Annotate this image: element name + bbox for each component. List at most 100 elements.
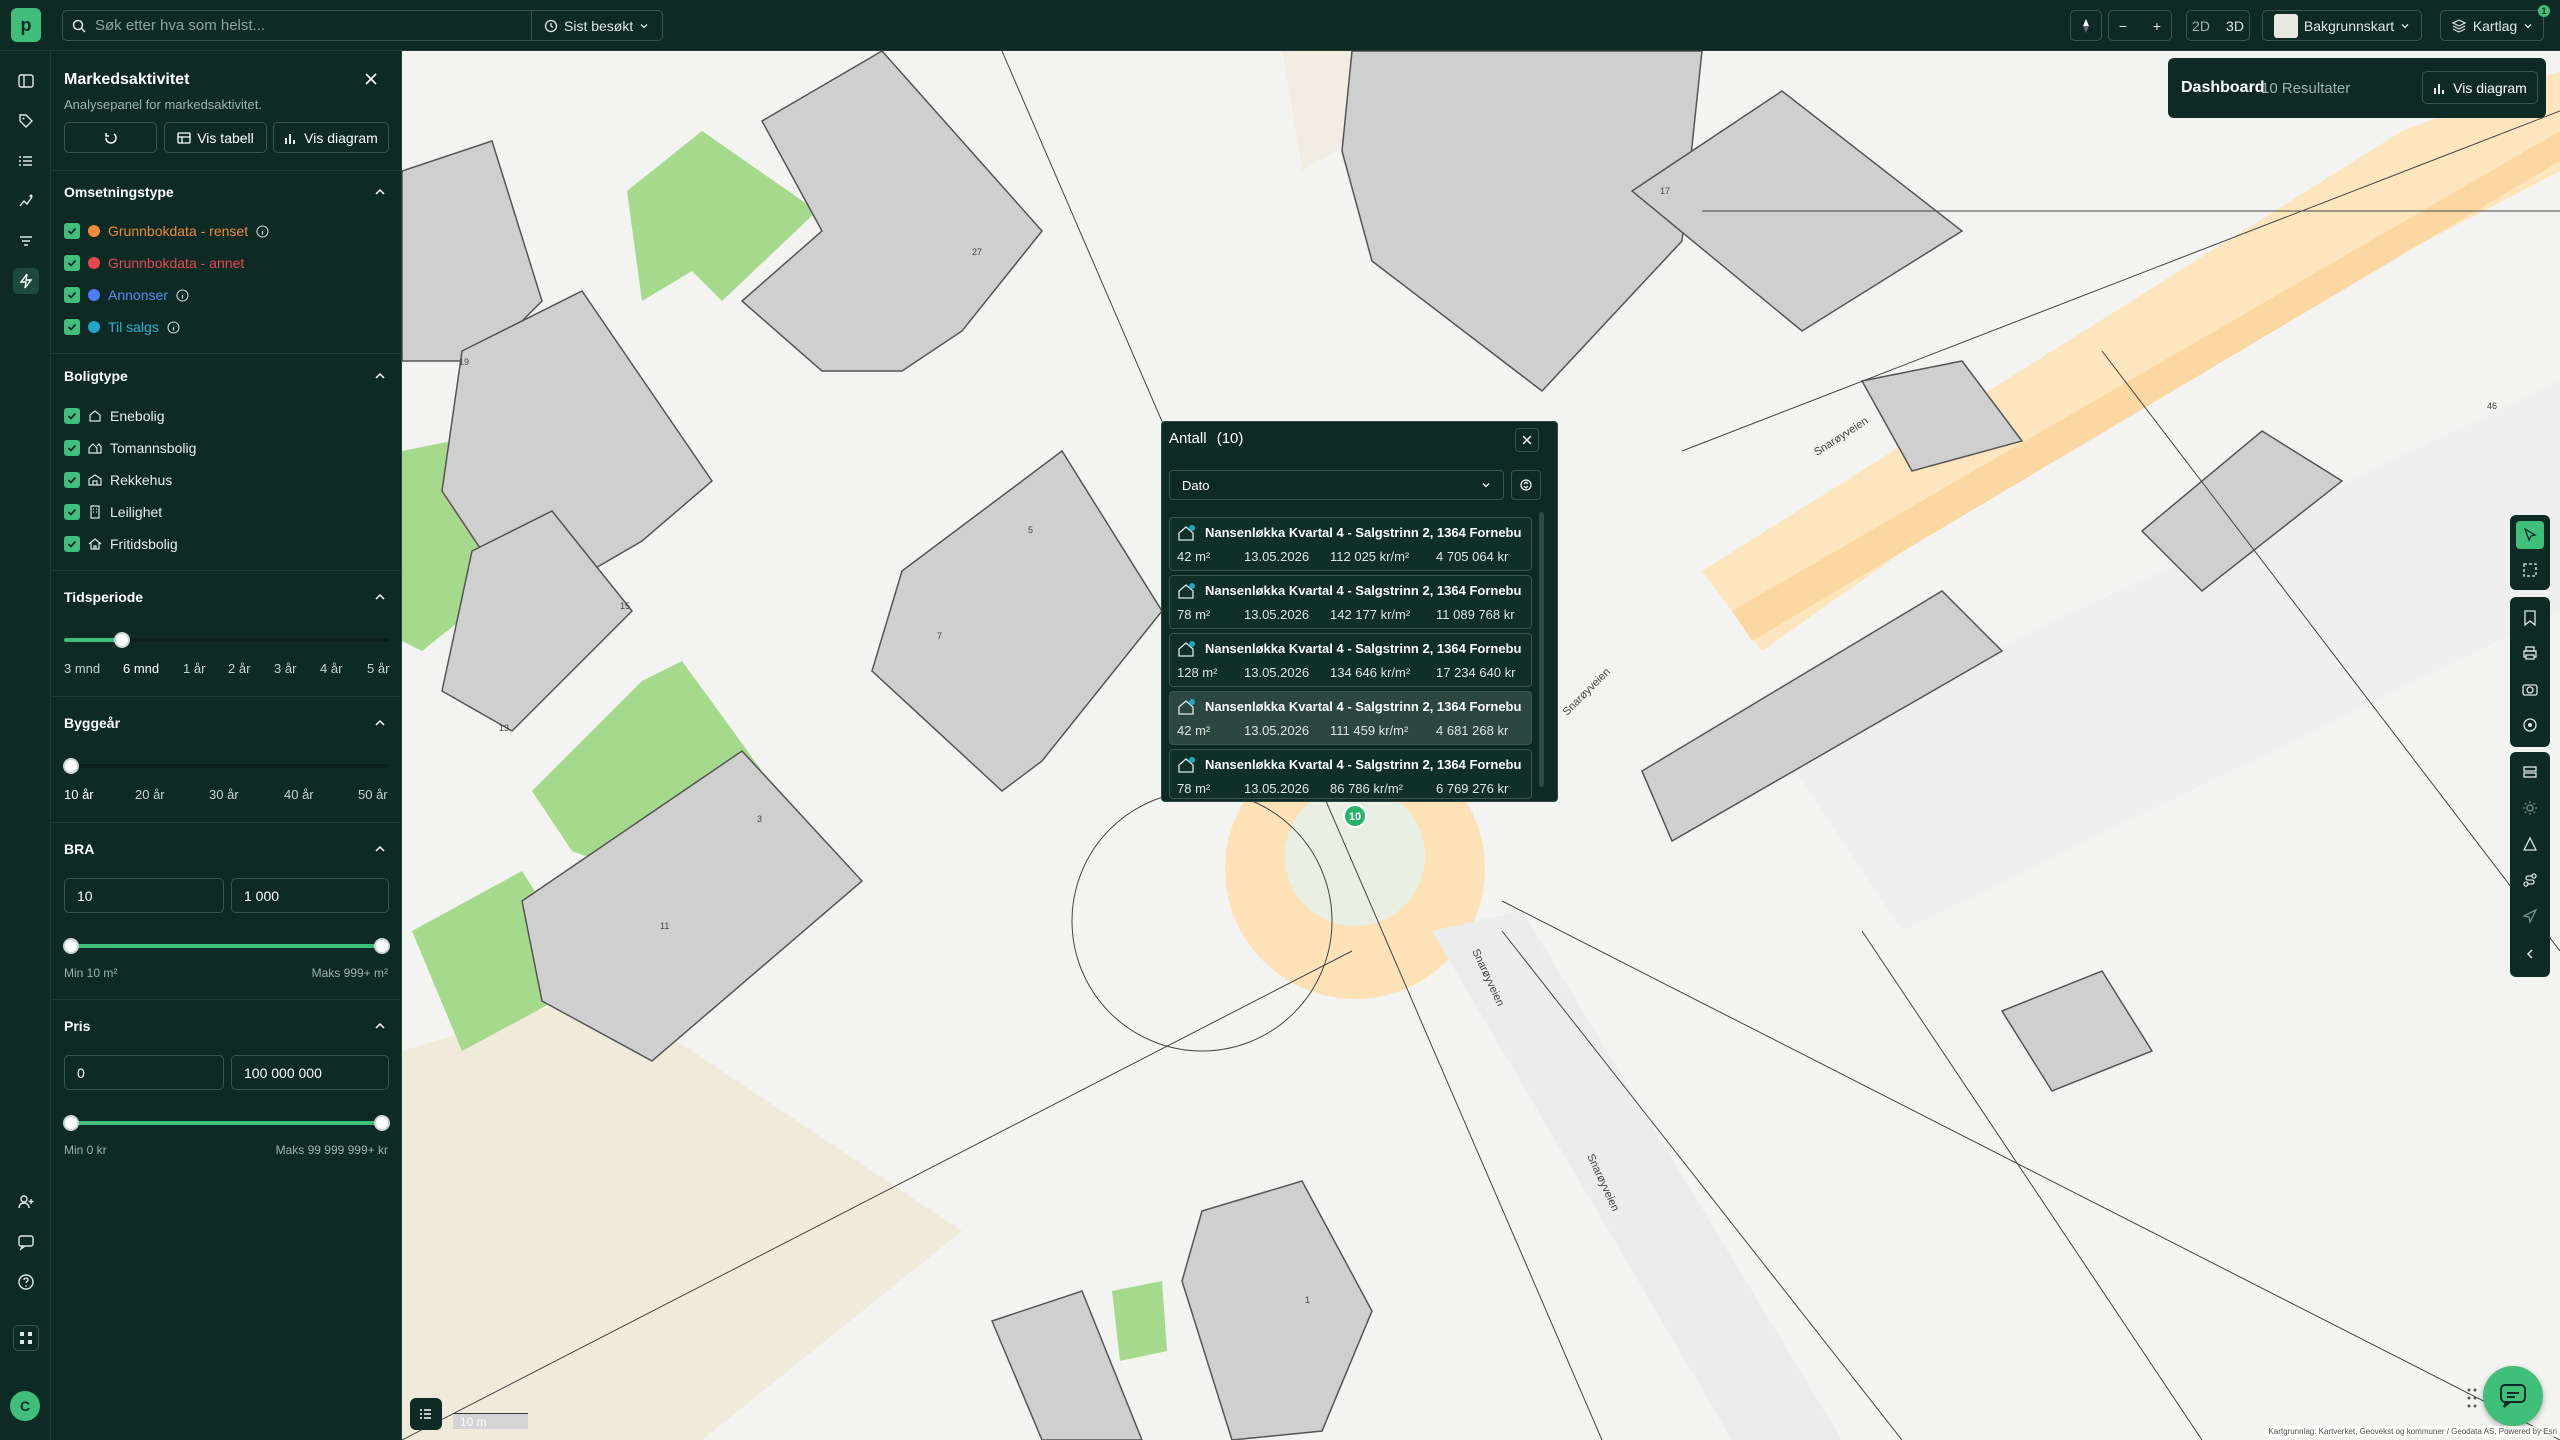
period-slider-handle[interactable] <box>114 632 130 648</box>
bra-slider-max-handle[interactable] <box>374 938 390 954</box>
build-year-slider-track[interactable] <box>64 764 389 768</box>
checkbox[interactable] <box>64 536 80 552</box>
period-tick[interactable]: 3 mnd <box>64 661 100 676</box>
checkbox[interactable] <box>64 223 80 239</box>
pointer-tool-icon[interactable] <box>2516 521 2544 549</box>
collapse-left-icon[interactable] <box>2516 940 2544 968</box>
result-row[interactable]: Nansenløkka Kvartal 4 - Salgstrinn 2, 13… <box>1169 517 1532 571</box>
show-table-button[interactable]: Vis tabell <box>164 122 267 153</box>
rail-tag-icon[interactable] <box>13 108 39 134</box>
bra-slider-min-handle[interactable] <box>63 938 79 954</box>
info-icon[interactable] <box>167 320 180 334</box>
price-max-input[interactable]: 100 000 000 <box>231 1055 389 1090</box>
compass-button[interactable] <box>2070 10 2102 41</box>
checkbox[interactable] <box>64 408 80 424</box>
chevron-up-icon[interactable] <box>373 369 387 383</box>
show-chart-button[interactable]: Vis diagram <box>273 122 389 153</box>
search-input[interactable]: Søk etter hva som helst... <box>95 17 531 34</box>
result-row[interactable]: Nansenløkka Kvartal 4 - Salgstrinn 2, 13… <box>1169 633 1532 687</box>
filter-housing-tomannsbolig[interactable]: Tomannsbolig <box>64 438 196 458</box>
app-logo[interactable]: p <box>11 8 41 42</box>
camera-icon[interactable] <box>2516 675 2544 703</box>
rail-activity-icon[interactable] <box>13 268 39 294</box>
build-year-slider-handle[interactable] <box>63 758 79 774</box>
target-icon[interactable] <box>2516 711 2544 739</box>
filter-housing-enebolig[interactable]: Enebolig <box>64 406 165 426</box>
zoom-out-button[interactable]: − <box>2119 18 2127 34</box>
route-icon[interactable] <box>2516 866 2544 894</box>
popup-close-button[interactable] <box>1515 428 1539 452</box>
view-3d-button[interactable]: 3D <box>2226 18 2244 34</box>
rail-apps-icon[interactable] <box>13 1325 39 1351</box>
view-2d-button[interactable]: 2D <box>2192 18 2210 34</box>
info-icon[interactable] <box>176 288 189 302</box>
reset-button[interactable] <box>64 122 157 153</box>
period-tick[interactable]: 6 mnd <box>123 661 159 676</box>
navigation-icon[interactable] <box>2516 902 2544 930</box>
layers-dropdown[interactable]: Kartlag <box>2440 10 2544 41</box>
chevron-up-icon[interactable] <box>373 716 387 730</box>
build-year-tick[interactable]: 40 år <box>284 787 314 802</box>
rail-map-icon[interactable] <box>13 68 39 94</box>
result-row[interactable]: Nansenløkka Kvartal 4 - Salgstrinn 2, 13… <box>1169 749 1532 799</box>
legend-button[interactable] <box>410 1398 442 1430</box>
checkbox[interactable] <box>64 440 80 456</box>
sun-icon[interactable] <box>2516 794 2544 822</box>
rail-help-icon[interactable] <box>13 1269 39 1295</box>
chevron-up-icon[interactable] <box>373 842 387 856</box>
period-tick[interactable]: 4 år <box>320 661 342 676</box>
chevron-up-icon[interactable] <box>373 185 387 199</box>
avatar[interactable]: C <box>10 1391 40 1421</box>
rail-chat-icon[interactable] <box>13 1229 39 1255</box>
checkbox[interactable] <box>64 287 80 303</box>
period-tick[interactable]: 2 år <box>228 661 250 676</box>
search-bar[interactable]: Søk etter hva som helst... Sist besøkt <box>62 10 663 41</box>
build-year-tick[interactable]: 50 år <box>358 787 388 802</box>
filter-transaction-annonser[interactable]: Annonser <box>64 285 189 305</box>
zoom-in-button[interactable]: + <box>2153 18 2161 34</box>
info-icon[interactable] <box>256 224 269 238</box>
period-tick[interactable]: 5 år <box>367 661 389 676</box>
drag-handle-icon[interactable] <box>2466 1384 2478 1412</box>
price-min-input[interactable]: 0 <box>64 1055 224 1090</box>
bra-slider-range[interactable] <box>71 944 382 948</box>
filter-housing-leilighet[interactable]: Leilighet <box>64 502 162 522</box>
sort-dropdown[interactable]: Dato <box>1169 470 1504 500</box>
filter-transaction-annet[interactable]: Grunnbokdata - annet <box>64 253 244 273</box>
chat-support-button[interactable] <box>2483 1366 2543 1426</box>
build-year-tick[interactable]: 20 år <box>135 787 165 802</box>
build-year-tick[interactable]: 10 år <box>64 787 94 802</box>
filter-housing-fritidsbolig[interactable]: Fritidsbolig <box>64 534 178 554</box>
result-row[interactable]: Nansenløkka Kvartal 4 - Salgstrinn 2, 13… <box>1169 575 1532 629</box>
popup-scrollbar[interactable] <box>1539 512 1544 787</box>
rail-list-icon[interactable] <box>13 148 39 174</box>
build-year-tick[interactable]: 30 år <box>209 787 239 802</box>
filter-transaction-til-salgs[interactable]: Til salgs <box>64 317 180 337</box>
rail-analysis-icon[interactable] <box>13 188 39 214</box>
cluster-count[interactable]: 10 <box>1349 811 1361 823</box>
period-tick[interactable]: 3 år <box>274 661 296 676</box>
area-select-icon[interactable] <box>2516 556 2544 584</box>
period-tick[interactable]: 1 år <box>183 661 205 676</box>
price-slider-range[interactable] <box>71 1121 382 1125</box>
checkbox[interactable] <box>64 319 80 335</box>
close-icon[interactable] <box>359 67 383 91</box>
measure-icon[interactable] <box>2516 830 2544 858</box>
bra-max-input[interactable]: 1 000 <box>231 878 389 913</box>
filter-housing-rekkehus[interactable]: Rekkehus <box>64 470 172 490</box>
filter-transaction-renset[interactable]: Grunnbokdata - renset <box>64 221 269 241</box>
layers-stack-icon[interactable] <box>2516 758 2544 786</box>
checkbox[interactable] <box>64 255 80 271</box>
print-icon[interactable] <box>2516 639 2544 667</box>
chevron-up-icon[interactable] <box>373 590 387 604</box>
bookmark-icon[interactable] <box>2516 604 2544 632</box>
dashboard-chart-button[interactable]: Vis diagram <box>2422 71 2538 104</box>
result-row[interactable]: Nansenløkka Kvartal 4 - Salgstrinn 2, 13… <box>1169 691 1532 745</box>
checkbox[interactable] <box>64 504 80 520</box>
rail-user-add-icon[interactable] <box>13 1189 39 1215</box>
chevron-up-icon[interactable] <box>373 1019 387 1033</box>
checkbox[interactable] <box>64 472 80 488</box>
recent-dropdown[interactable]: Sist besøkt <box>532 18 662 34</box>
bra-min-input[interactable]: 10 <box>64 878 224 913</box>
basemap-dropdown[interactable]: Bakgrunnskart <box>2262 10 2422 41</box>
